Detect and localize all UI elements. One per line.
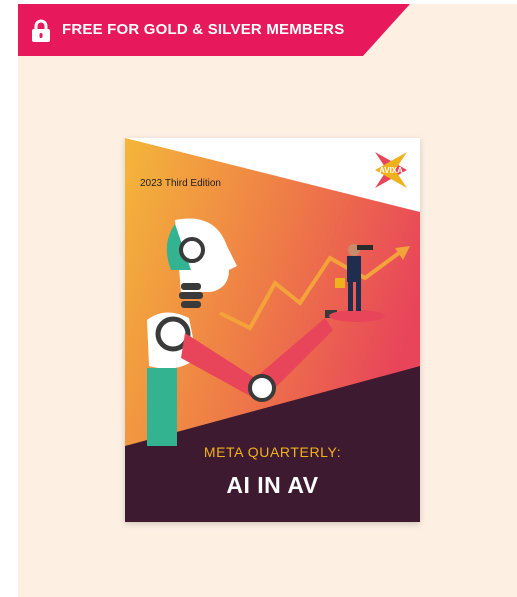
book-cover-image[interactable]: AVIXA 2023 Third Edition META QUARTERLY:… <box>125 138 420 522</box>
book-title: AI IN AV <box>226 472 319 498</box>
edition-label: 2023 Third Edition <box>140 178 221 189</box>
cover-illustration: AVIXA <box>125 138 420 522</box>
series-label: META QUARTERLY: <box>203 444 342 460</box>
membership-banner: FREE FOR GOLD & SILVER MEMBERS <box>18 4 410 56</box>
banner-label: FREE FOR GOLD & SILVER MEMBERS <box>62 21 345 38</box>
avixa-logo: AVIXA <box>379 166 403 175</box>
lock-icon <box>32 19 50 42</box>
